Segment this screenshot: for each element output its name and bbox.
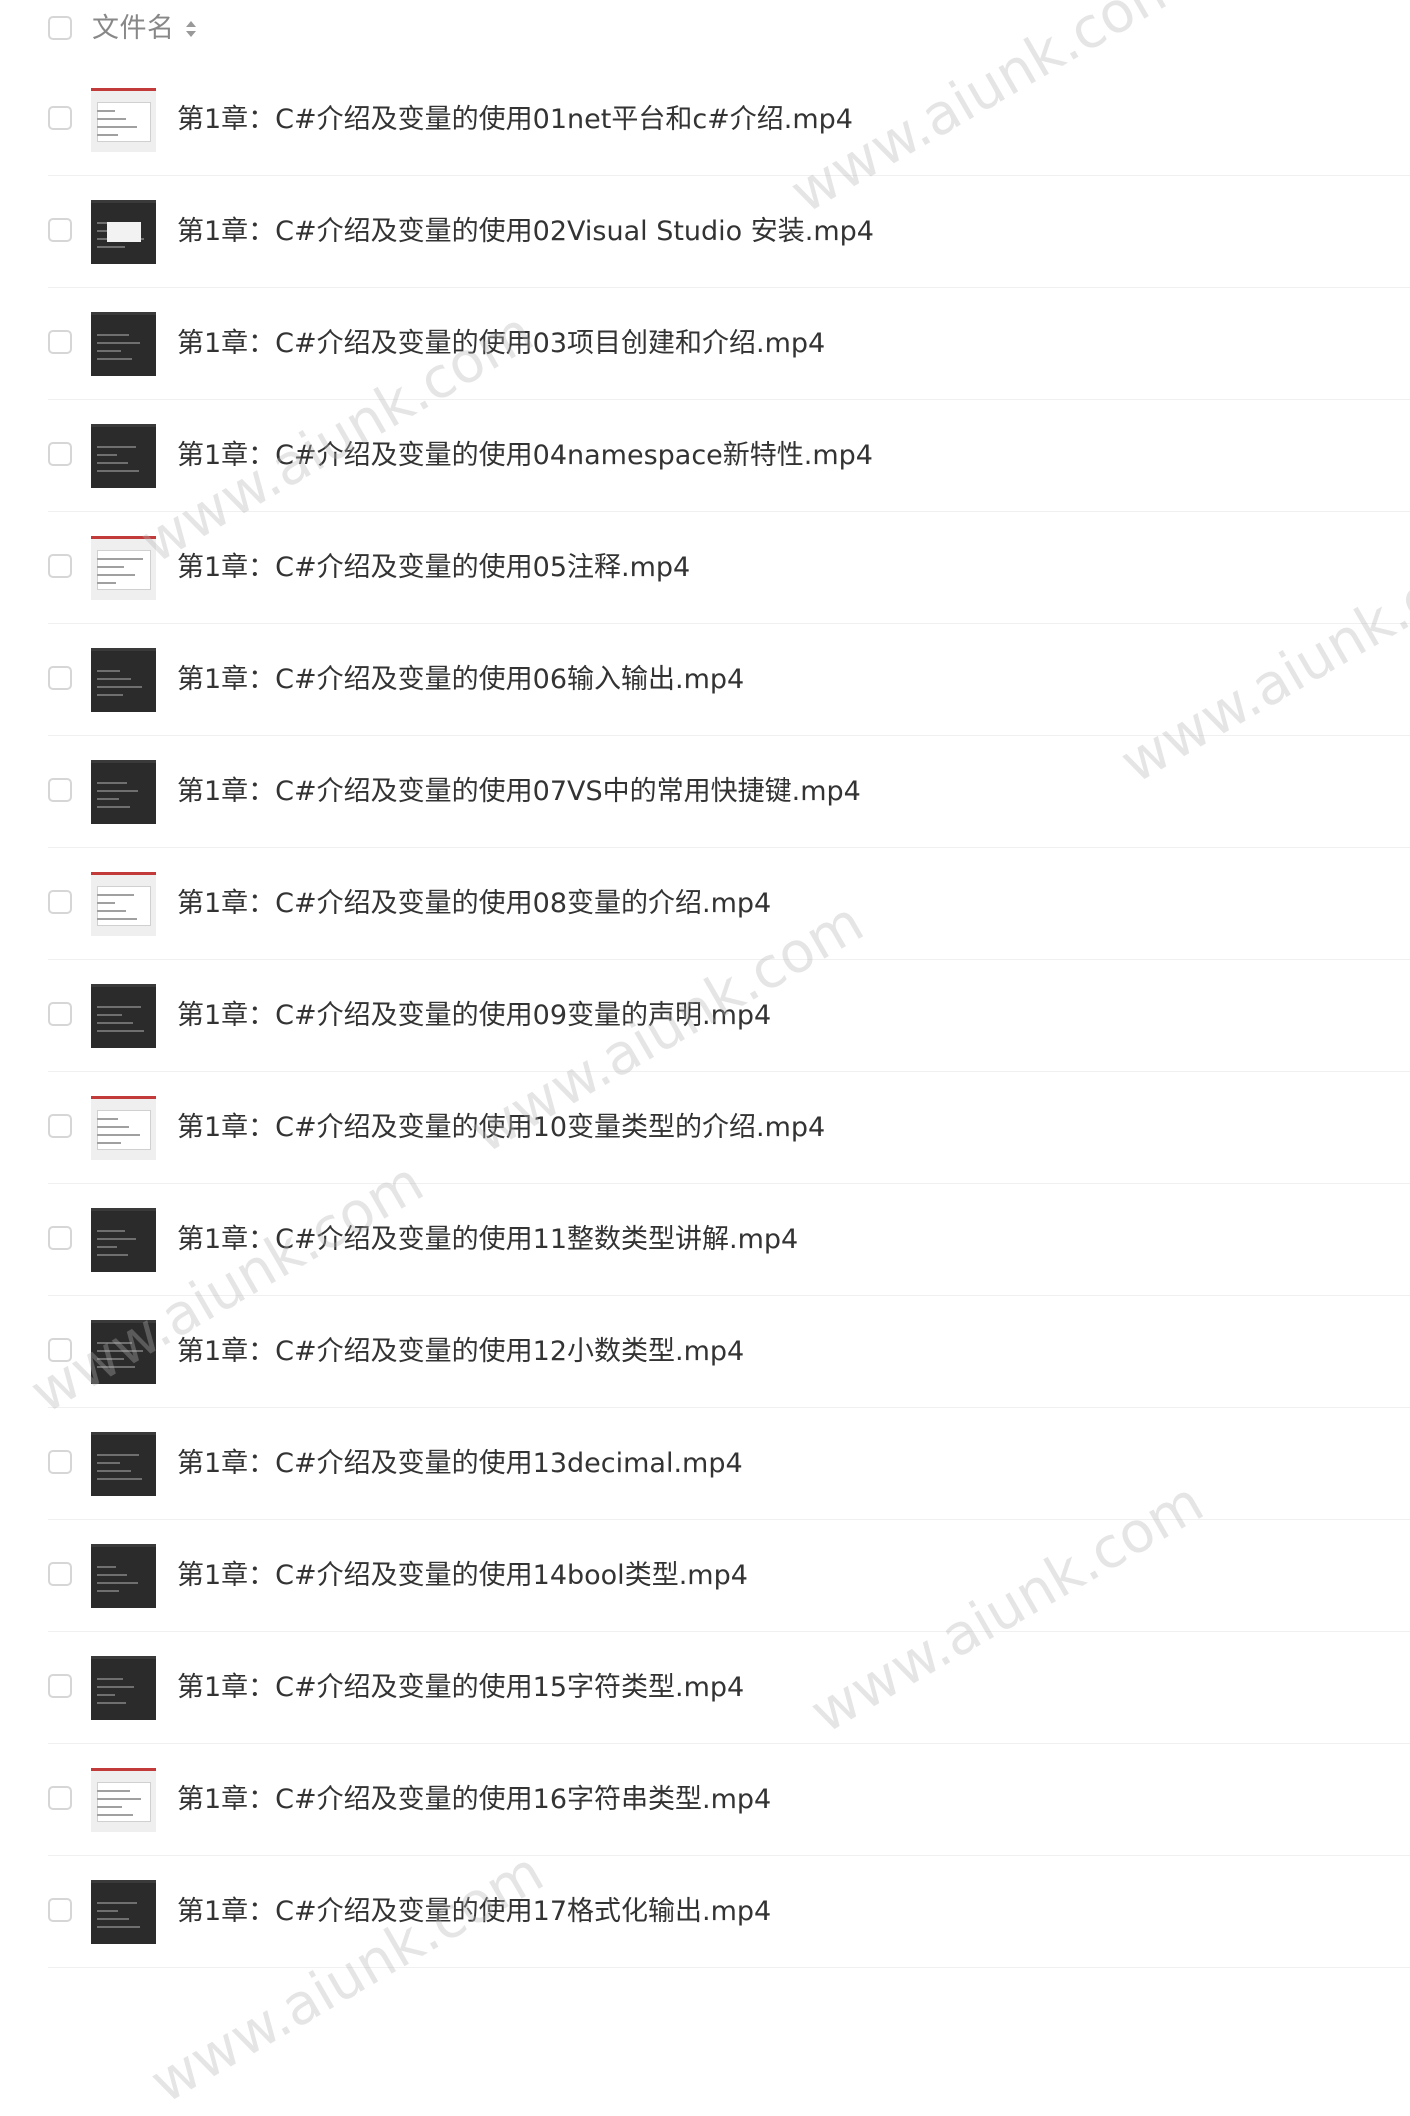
file-name-link[interactable]: 第1章：C#介绍及变量的使用07VS中的常用快捷键.mp4 (177, 772, 861, 812)
video-thumbnail[interactable] (91, 312, 156, 376)
video-thumbnail[interactable] (91, 1208, 156, 1272)
list-header: 文件名 (0, 0, 1410, 58)
file-row[interactable]: 第1章：C#介绍及变量的使用07VS中的常用快捷键.mp4 (0, 736, 1410, 848)
video-thumbnail[interactable] (91, 424, 156, 488)
file-checkbox[interactable] (48, 1898, 72, 1922)
file-name-link[interactable]: 第1章：C#介绍及变量的使用16字符串类型.mp4 (177, 1780, 771, 1820)
file-checkbox[interactable] (48, 218, 72, 242)
file-name-link[interactable]: 第1章：C#介绍及变量的使用01net平台和c#介绍.mp4 (177, 100, 853, 140)
file-checkbox[interactable] (48, 1338, 72, 1362)
file-row[interactable]: 第1章：C#介绍及变量的使用06输入输出.mp4 (0, 624, 1410, 736)
file-row[interactable]: 第1章：C#介绍及变量的使用08变量的介绍.mp4 (0, 848, 1410, 960)
file-name-link[interactable]: 第1章：C#介绍及变量的使用03项目创建和介绍.mp4 (177, 324, 825, 364)
file-checkbox[interactable] (48, 1450, 72, 1474)
video-thumbnail[interactable] (91, 1096, 156, 1160)
file-checkbox[interactable] (48, 554, 72, 578)
file-checkbox[interactable] (48, 330, 72, 354)
video-thumbnail[interactable] (91, 872, 156, 936)
sort-icon[interactable] (184, 17, 198, 41)
video-thumbnail[interactable] (91, 1432, 156, 1496)
file-name-link[interactable]: 第1章：C#介绍及变量的使用02Visual Studio 安装.mp4 (177, 212, 874, 252)
file-row[interactable]: 第1章：C#介绍及变量的使用10变量类型的介绍.mp4 (0, 1072, 1410, 1184)
file-row[interactable]: 第1章：C#介绍及变量的使用04namespace新特性.mp4 (0, 400, 1410, 512)
file-row[interactable]: 第1章：C#介绍及变量的使用13decimal.mp4 (0, 1408, 1410, 1520)
file-checkbox[interactable] (48, 1002, 72, 1026)
file-row[interactable]: 第1章：C#介绍及变量的使用02Visual Studio 安装.mp4 (0, 176, 1410, 288)
file-row[interactable]: 第1章：C#介绍及变量的使用09变量的声明.mp4 (0, 960, 1410, 1072)
file-row[interactable]: 第1章：C#介绍及变量的使用05注释.mp4 (0, 512, 1410, 624)
file-name-link[interactable]: 第1章：C#介绍及变量的使用17格式化输出.mp4 (177, 1892, 771, 1932)
file-checkbox[interactable] (48, 1674, 72, 1698)
file-row[interactable]: 第1章：C#介绍及变量的使用15字符类型.mp4 (0, 1632, 1410, 1744)
file-checkbox[interactable] (48, 666, 72, 690)
video-thumbnail[interactable] (91, 760, 156, 824)
filename-column-header[interactable]: 文件名 (92, 12, 175, 46)
file-name-link[interactable]: 第1章：C#介绍及变量的使用08变量的介绍.mp4 (177, 884, 771, 924)
file-name-link[interactable]: 第1章：C#介绍及变量的使用13decimal.mp4 (177, 1444, 743, 1484)
file-name-link[interactable]: 第1章：C#介绍及变量的使用10变量类型的介绍.mp4 (177, 1108, 825, 1148)
file-row[interactable]: 第1章：C#介绍及变量的使用12小数类型.mp4 (0, 1296, 1410, 1408)
video-thumbnail[interactable] (91, 1320, 156, 1384)
file-checkbox[interactable] (48, 1786, 72, 1810)
file-name-link[interactable]: 第1章：C#介绍及变量的使用05注释.mp4 (177, 548, 690, 588)
file-checkbox[interactable] (48, 442, 72, 466)
file-row[interactable]: 第1章：C#介绍及变量的使用03项目创建和介绍.mp4 (0, 288, 1410, 400)
video-thumbnail[interactable] (91, 536, 156, 600)
select-all-checkbox[interactable] (48, 16, 72, 40)
video-thumbnail[interactable] (91, 1544, 156, 1608)
file-name-link[interactable]: 第1章：C#介绍及变量的使用14bool类型.mp4 (177, 1556, 748, 1596)
file-name-link[interactable]: 第1章：C#介绍及变量的使用04namespace新特性.mp4 (177, 436, 873, 476)
file-row[interactable]: 第1章：C#介绍及变量的使用14bool类型.mp4 (0, 1520, 1410, 1632)
file-row[interactable]: 第1章：C#介绍及变量的使用01net平台和c#介绍.mp4 (0, 64, 1410, 176)
file-checkbox[interactable] (48, 1114, 72, 1138)
video-thumbnail[interactable] (91, 1656, 156, 1720)
file-list-page: 文件名 第1章：C#介绍及变量的使用01net平台和c#介绍.mp4 第1章：C#… (0, 0, 1410, 2116)
video-thumbnail[interactable] (91, 648, 156, 712)
file-row[interactable]: 第1章：C#介绍及变量的使用17格式化输出.mp4 (0, 1856, 1410, 1968)
file-name-link[interactable]: 第1章：C#介绍及变量的使用12小数类型.mp4 (177, 1332, 744, 1372)
file-checkbox[interactable] (48, 1226, 72, 1250)
video-thumbnail[interactable] (91, 984, 156, 1048)
file-row[interactable]: 第1章：C#介绍及变量的使用16字符串类型.mp4 (0, 1744, 1410, 1856)
file-name-link[interactable]: 第1章：C#介绍及变量的使用09变量的声明.mp4 (177, 996, 771, 1036)
file-checkbox[interactable] (48, 106, 72, 130)
row-divider (48, 1967, 1410, 1968)
file-checkbox[interactable] (48, 778, 72, 802)
file-row[interactable]: 第1章：C#介绍及变量的使用11整数类型讲解.mp4 (0, 1184, 1410, 1296)
file-name-link[interactable]: 第1章：C#介绍及变量的使用11整数类型讲解.mp4 (177, 1220, 798, 1260)
file-checkbox[interactable] (48, 1562, 72, 1586)
file-name-link[interactable]: 第1章：C#介绍及变量的使用06输入输出.mp4 (177, 660, 744, 700)
video-thumbnail[interactable] (91, 88, 156, 152)
video-thumbnail[interactable] (91, 1880, 156, 1944)
video-thumbnail[interactable] (91, 1768, 156, 1832)
video-thumbnail[interactable] (91, 200, 156, 264)
file-checkbox[interactable] (48, 890, 72, 914)
file-name-link[interactable]: 第1章：C#介绍及变量的使用15字符类型.mp4 (177, 1668, 744, 1708)
